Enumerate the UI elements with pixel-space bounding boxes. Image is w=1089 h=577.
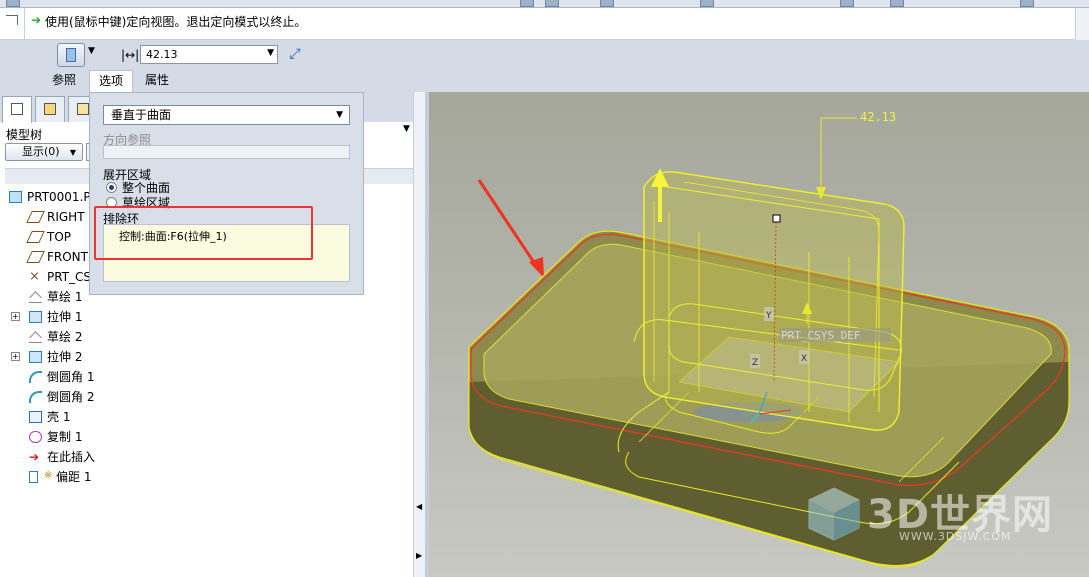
expand-icon[interactable]: + — [11, 312, 20, 321]
model-tree-title: 模型树 — [6, 128, 43, 142]
message-text: 使用(鼠标中键)定向视图。退出定向模式以终止。 — [45, 15, 307, 29]
thickness-value: 42.13 — [146, 48, 178, 61]
drag-handle[interactable] — [772, 214, 781, 223]
offset-type-value: 垂直于曲面 — [111, 108, 172, 122]
expand-icon[interactable]: + — [11, 352, 20, 361]
extrude-icon — [29, 311, 42, 323]
toolbar-icon[interactable] — [1020, 0, 1034, 7]
thicken-icon — [66, 48, 76, 62]
direction-reference-field[interactable] — [103, 145, 350, 159]
tab-references[interactable]: 参照 — [43, 70, 85, 92]
offset-icon — [29, 471, 38, 483]
radio-selected-icon — [106, 182, 117, 193]
flip-direction-icon[interactable]: ⤢ — [286, 45, 304, 63]
cube-logo-icon — [808, 487, 860, 541]
toolbar-icon[interactable] — [840, 0, 854, 7]
thickness-input[interactable]: 42.13 ▼ — [140, 45, 278, 64]
dimension-value[interactable]: 42.13 — [860, 110, 896, 124]
datum-plane-icon — [26, 231, 45, 243]
options-panel: 垂直于曲面 ▼ 方向参照 展开区域 整个曲面 草绘区域 排除环 控制:曲面:F6… — [89, 92, 364, 295]
round-icon — [29, 391, 42, 403]
boss-body — [643, 171, 905, 431]
tree-item[interactable]: 壳 1 — [0, 407, 412, 427]
message-bar: ➔ 使用(鼠标中键)定向视图。退出定向模式以终止。 — [0, 8, 1089, 40]
toolbar-icon[interactable] — [600, 0, 614, 7]
tree-item[interactable]: 倒圆角 2 — [0, 387, 412, 407]
axis-y-label: Y — [765, 311, 772, 321]
arrow-right-icon: ➔ — [31, 13, 42, 27]
tab-model-tree[interactable] — [2, 96, 32, 123]
chevron-down-icon[interactable]: ▼ — [267, 48, 274, 58]
model-tree-icon — [11, 103, 23, 115]
annotation-arrow — [477, 179, 541, 271]
tree-item-label: 在此插入 — [47, 450, 96, 464]
folder-icon — [44, 103, 56, 115]
sketch-icon — [29, 331, 42, 343]
tree-item[interactable]: 倒圆角 1 — [0, 367, 412, 387]
tree-item-label: 壳 1 — [47, 410, 71, 424]
extrude-icon — [29, 351, 42, 363]
toolbar-icon[interactable] — [6, 0, 20, 7]
toolbar-icon[interactable] — [520, 0, 534, 7]
tree-item-label: TOP — [47, 230, 72, 244]
copy-icon — [29, 431, 42, 443]
tree-item-label: 倒圆角 2 — [47, 390, 95, 404]
feature-dashboard: ▼ |↔| 42.13 ▼ ⤢ 参照 选项 属性 — [0, 40, 1089, 92]
tree-item-label: 草绘 1 — [47, 290, 83, 304]
tab-options[interactable]: 选项 — [89, 70, 134, 92]
tree-item-label: 复制 1 — [47, 430, 83, 444]
show-button-label: 显示(0) — [22, 145, 60, 158]
datum-plane-icon — [26, 211, 45, 223]
chevron-down-icon: ▼ — [336, 110, 343, 120]
tree-item[interactable]: 草绘 2 — [0, 327, 412, 347]
tree-item-label: 拉伸 2 — [47, 350, 83, 364]
chevron-down-icon[interactable]: ▼ — [88, 46, 95, 56]
tree-item-label: 偏距 1 — [56, 470, 92, 484]
round-icon — [29, 371, 42, 383]
watermark-url: WWW.3DSJW.COM — [899, 530, 1012, 543]
toolbar-icon[interactable] — [890, 0, 904, 7]
shell-icon — [29, 411, 42, 423]
graphics-viewport[interactable]: 42.13 PRT_CSYS_DEF Y Z X 3D世界网 WWW.3DSJW… — [429, 92, 1089, 577]
top-toolbar — [0, 0, 1089, 8]
chevron-down-icon: ▼ — [69, 148, 76, 157]
offset-type-select[interactable]: 垂直于曲面 ▼ — [103, 105, 350, 125]
axis-z-label: Z — [752, 358, 758, 368]
tree-item[interactable]: + 拉伸 1 — [0, 307, 412, 327]
watermark: 3D世界网 WWW.3DSJW.COM — [807, 482, 1087, 552]
chevron-right-icon[interactable]: ▶ — [416, 551, 422, 560]
tree-item[interactable]: 偏距 1 ※ — [0, 467, 412, 487]
tree-item-label: 倒圆角 1 — [47, 370, 95, 384]
chevron-down-icon[interactable]: ▼ — [403, 124, 410, 134]
annotation-highlight-box — [94, 206, 313, 260]
radio-whole-surface-label: 整个曲面 — [122, 181, 171, 195]
csys-label: PRT_CSYS_DEF — [781, 329, 860, 342]
insert-here-icon: ➔ — [29, 450, 40, 464]
tree-item[interactable]: 复制 1 — [0, 427, 412, 447]
toolbar-icon[interactable] — [700, 0, 714, 7]
new-feature-icon: ※ — [44, 470, 53, 481]
thicken-type-button[interactable] — [57, 43, 85, 67]
thickness-icon: |↔| — [121, 48, 140, 62]
star-icon — [77, 103, 89, 115]
tree-item-label: 草绘 2 — [47, 330, 83, 344]
message-scrollbar[interactable] — [1075, 8, 1089, 40]
toolbar-icon[interactable] — [545, 0, 559, 7]
axis-x-label: X — [801, 354, 807, 364]
tab-folder-browser[interactable] — [35, 96, 65, 122]
part-icon — [9, 191, 22, 203]
tab-properties[interactable]: 属性 — [136, 70, 178, 92]
tree-item-label: FRONT — [47, 250, 88, 264]
tree-item[interactable]: + 拉伸 2 — [0, 347, 412, 367]
message-history-icon[interactable] — [0, 8, 25, 40]
tree-scrollbar[interactable]: ◀ ▶ — [413, 92, 425, 577]
tree-item[interactable]: ➔ 在此插入 — [0, 447, 412, 467]
datum-plane-icon — [26, 251, 45, 263]
csys-icon: ⨯ — [29, 269, 40, 284]
chevron-left-icon[interactable]: ◀ — [416, 502, 422, 511]
tree-item-label: RIGHT — [47, 210, 85, 224]
tree-item-label: 拉伸 1 — [47, 310, 83, 324]
sketch-icon — [29, 291, 42, 303]
show-button[interactable]: 显示(0) ▼ — [5, 143, 83, 161]
